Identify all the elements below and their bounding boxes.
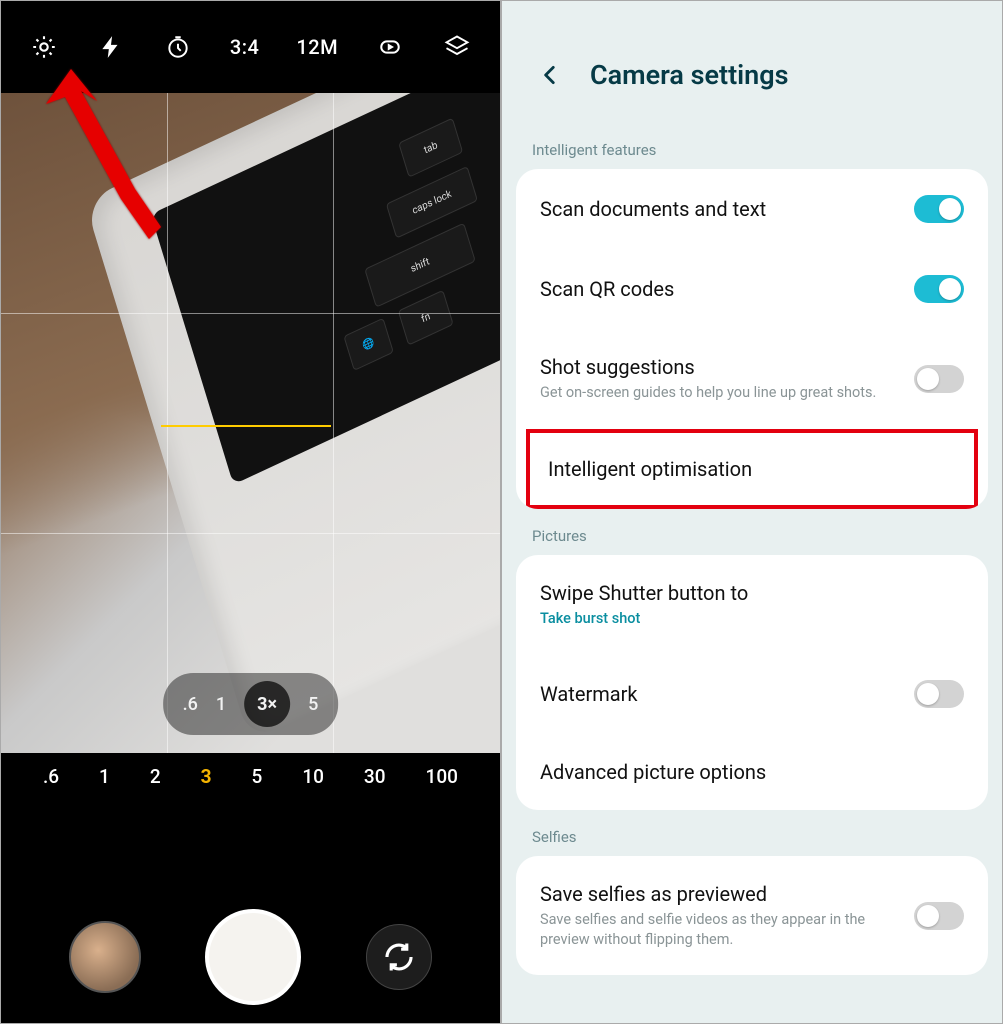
zoom-step[interactable]: 100 xyxy=(426,765,458,788)
keyboard-key: fn xyxy=(398,290,454,346)
row-title: Advanced picture options xyxy=(540,760,948,784)
toggle-scan-qr[interactable] xyxy=(914,275,964,303)
settings-card: Scan documents and text Scan QR codes Sh… xyxy=(516,169,988,509)
row-subtitle: Get on-screen guides to help you line up… xyxy=(540,383,898,403)
highlighted-row: Intelligent optimisation xyxy=(526,429,978,509)
toggle-scan-documents[interactable] xyxy=(914,195,964,223)
switch-camera-button[interactable] xyxy=(366,924,432,990)
row-subtitle: Save selfies and selfie videos as they a… xyxy=(540,910,898,949)
row-title: Watermark xyxy=(540,682,898,706)
keyboard-key: tab xyxy=(398,118,463,178)
gallery-thumbnail[interactable] xyxy=(69,921,141,993)
row-scan-qr[interactable]: Scan QR codes xyxy=(516,249,988,329)
toggle-save-selfies[interactable] xyxy=(914,902,964,930)
section-label: Selfies xyxy=(502,820,1002,856)
row-title: Intelligent optimisation xyxy=(548,457,940,481)
row-title: Swipe Shutter button to xyxy=(540,581,948,605)
zoom-step[interactable]: 10 xyxy=(302,765,324,788)
row-save-selfies[interactable]: Save selfies as previewed Save selfies a… xyxy=(516,856,988,975)
row-title: Save selfies as previewed xyxy=(540,882,898,906)
flash-icon[interactable] xyxy=(96,32,126,62)
row-shot-suggestions[interactable]: Shot suggestions Get on-screen guides to… xyxy=(516,329,988,429)
zoom-opt[interactable]: 1 xyxy=(216,694,226,715)
zoom-opt[interactable]: .6 xyxy=(183,694,198,715)
camera-app: 3:4 12M tab caps lock shift fn 🌐 xyxy=(0,0,501,1024)
filters-icon[interactable] xyxy=(442,32,472,62)
zoom-opt-selected[interactable]: 3× xyxy=(244,681,290,727)
zoom-row: .6 1 2 3 5 10 30 100 xyxy=(1,765,500,788)
row-title: Scan QR codes xyxy=(540,277,898,301)
zoom-step[interactable]: 5 xyxy=(252,765,263,788)
zoom-opt[interactable]: 5 xyxy=(308,694,318,715)
row-title: Shot suggestions xyxy=(540,355,898,379)
page-title: Camera settings xyxy=(590,59,789,91)
row-scan-documents[interactable]: Scan documents and text xyxy=(516,169,988,249)
row-watermark[interactable]: Watermark xyxy=(516,654,988,734)
aspect-ratio-button[interactable]: 3:4 xyxy=(230,35,260,59)
row-title: Scan documents and text xyxy=(540,197,898,221)
toggle-shot-suggestions[interactable] xyxy=(914,365,964,393)
camera-top-bar: 3:4 12M xyxy=(1,1,500,93)
settings-screen: Camera settings Intelligent features Sca… xyxy=(501,0,1003,1024)
zoom-step[interactable]: 30 xyxy=(364,765,386,788)
settings-card: Save selfies as previewed Save selfies a… xyxy=(516,856,988,975)
motion-photo-icon[interactable] xyxy=(375,32,405,62)
settings-header: Camera settings xyxy=(502,1,1002,133)
camera-controls xyxy=(1,909,500,1005)
keyboard-key: 🌐 xyxy=(343,318,394,371)
section-label: Pictures xyxy=(502,519,1002,555)
row-swipe-shutter[interactable]: Swipe Shutter button to Take burst shot xyxy=(516,555,988,655)
level-indicator xyxy=(161,425,331,427)
gear-icon[interactable] xyxy=(29,32,59,62)
row-advanced-options[interactable]: Advanced picture options xyxy=(516,734,988,810)
zoom-step[interactable]: 2 xyxy=(150,765,161,788)
row-intelligent-optimisation[interactable]: Intelligent optimisation xyxy=(530,433,974,505)
zoom-step[interactable]: .6 xyxy=(43,765,59,788)
megapixels-button[interactable]: 12M xyxy=(296,35,338,59)
timer-icon[interactable] xyxy=(163,32,193,62)
section-label: Intelligent features xyxy=(502,133,1002,169)
back-button[interactable] xyxy=(532,57,568,93)
zoom-step[interactable]: 1 xyxy=(99,765,110,788)
toggle-watermark[interactable] xyxy=(914,680,964,708)
zoom-pill[interactable]: .6 1 3× 5 xyxy=(163,673,339,735)
zoom-step-selected[interactable]: 3 xyxy=(201,765,212,788)
settings-card: Swipe Shutter button to Take burst shot … xyxy=(516,555,988,811)
shutter-button[interactable] xyxy=(205,909,301,1005)
viewfinder[interactable]: tab caps lock shift fn 🌐 .6 1 3× 5 xyxy=(1,93,500,753)
row-subtitle: Take burst shot xyxy=(540,609,948,629)
keyboard-key: shift xyxy=(364,223,476,308)
